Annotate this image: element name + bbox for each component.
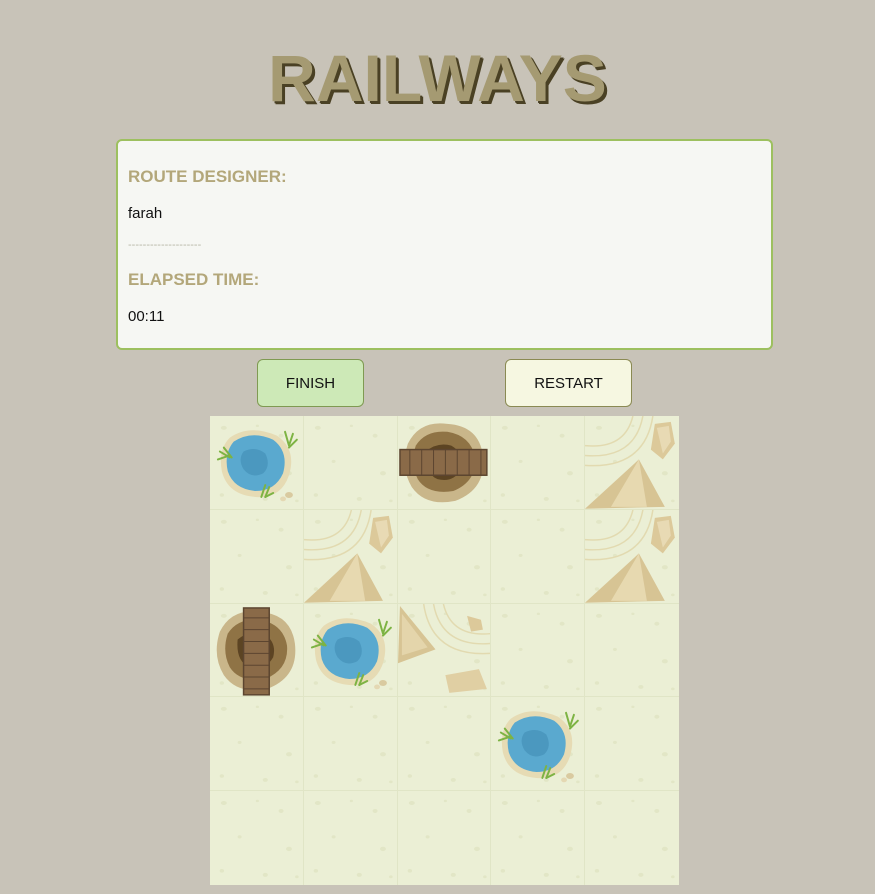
board-cell-empty[interactable] (397, 509, 492, 604)
empty-tile-icon (501, 518, 581, 597)
info-panel: ROUTE DESIGNER: farah ------------------… (116, 139, 773, 350)
mountain-rotated-tile-icon (397, 603, 491, 693)
board-cell-empty[interactable] (303, 697, 398, 792)
route-designer-label: ROUTE DESIGNER: (128, 167, 287, 186)
board-cell-oasis[interactable] (210, 416, 304, 510)
game-title: RAILWAYS (268, 41, 607, 115)
board-cell-empty[interactable] (304, 791, 398, 885)
empty-tile-icon (594, 612, 675, 690)
board-cell-bridge-vertical[interactable] (210, 603, 304, 698)
empty-tile-icon (219, 799, 299, 879)
board-cell-empty[interactable] (585, 604, 679, 698)
empty-tile-icon (313, 799, 393, 879)
board-cell-mountain-rotated[interactable] (397, 603, 492, 698)
game-board (210, 416, 679, 885)
board-cell-empty[interactable] (585, 697, 679, 792)
empty-tile-icon (219, 706, 299, 784)
empty-tile-icon (501, 424, 581, 503)
empty-tile-icon (407, 799, 487, 879)
restart-button[interactable]: RESTART (505, 359, 632, 407)
empty-tile-icon (501, 799, 581, 879)
mountain-tile-icon (585, 416, 676, 509)
finish-button[interactable]: FINISH (257, 359, 364, 407)
info-separator: -------------------- (128, 239, 202, 251)
route-designer-name: farah (128, 205, 163, 222)
board-cell-oasis[interactable] (303, 603, 398, 698)
board-cell-empty[interactable] (585, 791, 679, 885)
board-cell-mountain[interactable] (585, 509, 679, 604)
board-cell-empty[interactable] (303, 416, 398, 510)
board-cell-empty[interactable] (491, 791, 586, 885)
board-cell-oasis[interactable] (491, 697, 586, 792)
board-cell-empty[interactable] (210, 791, 304, 885)
oasis-tile-icon (216, 424, 299, 503)
empty-tile-icon (501, 612, 581, 690)
board-cell-empty[interactable] (210, 509, 304, 604)
empty-tile-icon (313, 706, 393, 784)
board-cell-empty[interactable] (491, 509, 586, 604)
elapsed-time-value: 00:11 (128, 308, 165, 325)
oasis-tile-icon (310, 612, 393, 690)
empty-tile-icon (219, 518, 299, 597)
mountain-tile-icon (585, 509, 676, 603)
board-cell-empty[interactable] (491, 603, 586, 698)
empty-tile-icon (407, 706, 487, 784)
bridge-vertical-tile-icon (216, 606, 299, 696)
oasis-tile-icon (498, 706, 581, 784)
elapsed-time-label: ELAPSED TIME: (128, 270, 260, 289)
board-cell-empty[interactable] (491, 416, 586, 510)
board-cell-mountain[interactable] (585, 416, 679, 510)
board-cell-mountain[interactable] (303, 509, 398, 604)
empty-tile-icon (313, 424, 393, 503)
empty-tile-icon (594, 706, 675, 784)
board-cell-empty[interactable] (397, 697, 492, 792)
bridge-horizontal-tile-icon (398, 423, 488, 503)
board-cell-empty[interactable] (210, 697, 304, 792)
mountain-tile-icon (303, 509, 393, 603)
empty-tile-icon (407, 518, 487, 597)
board-cell-empty[interactable] (398, 791, 492, 885)
board-cell-bridge-horizontal[interactable] (397, 416, 492, 510)
empty-tile-icon (594, 799, 675, 879)
